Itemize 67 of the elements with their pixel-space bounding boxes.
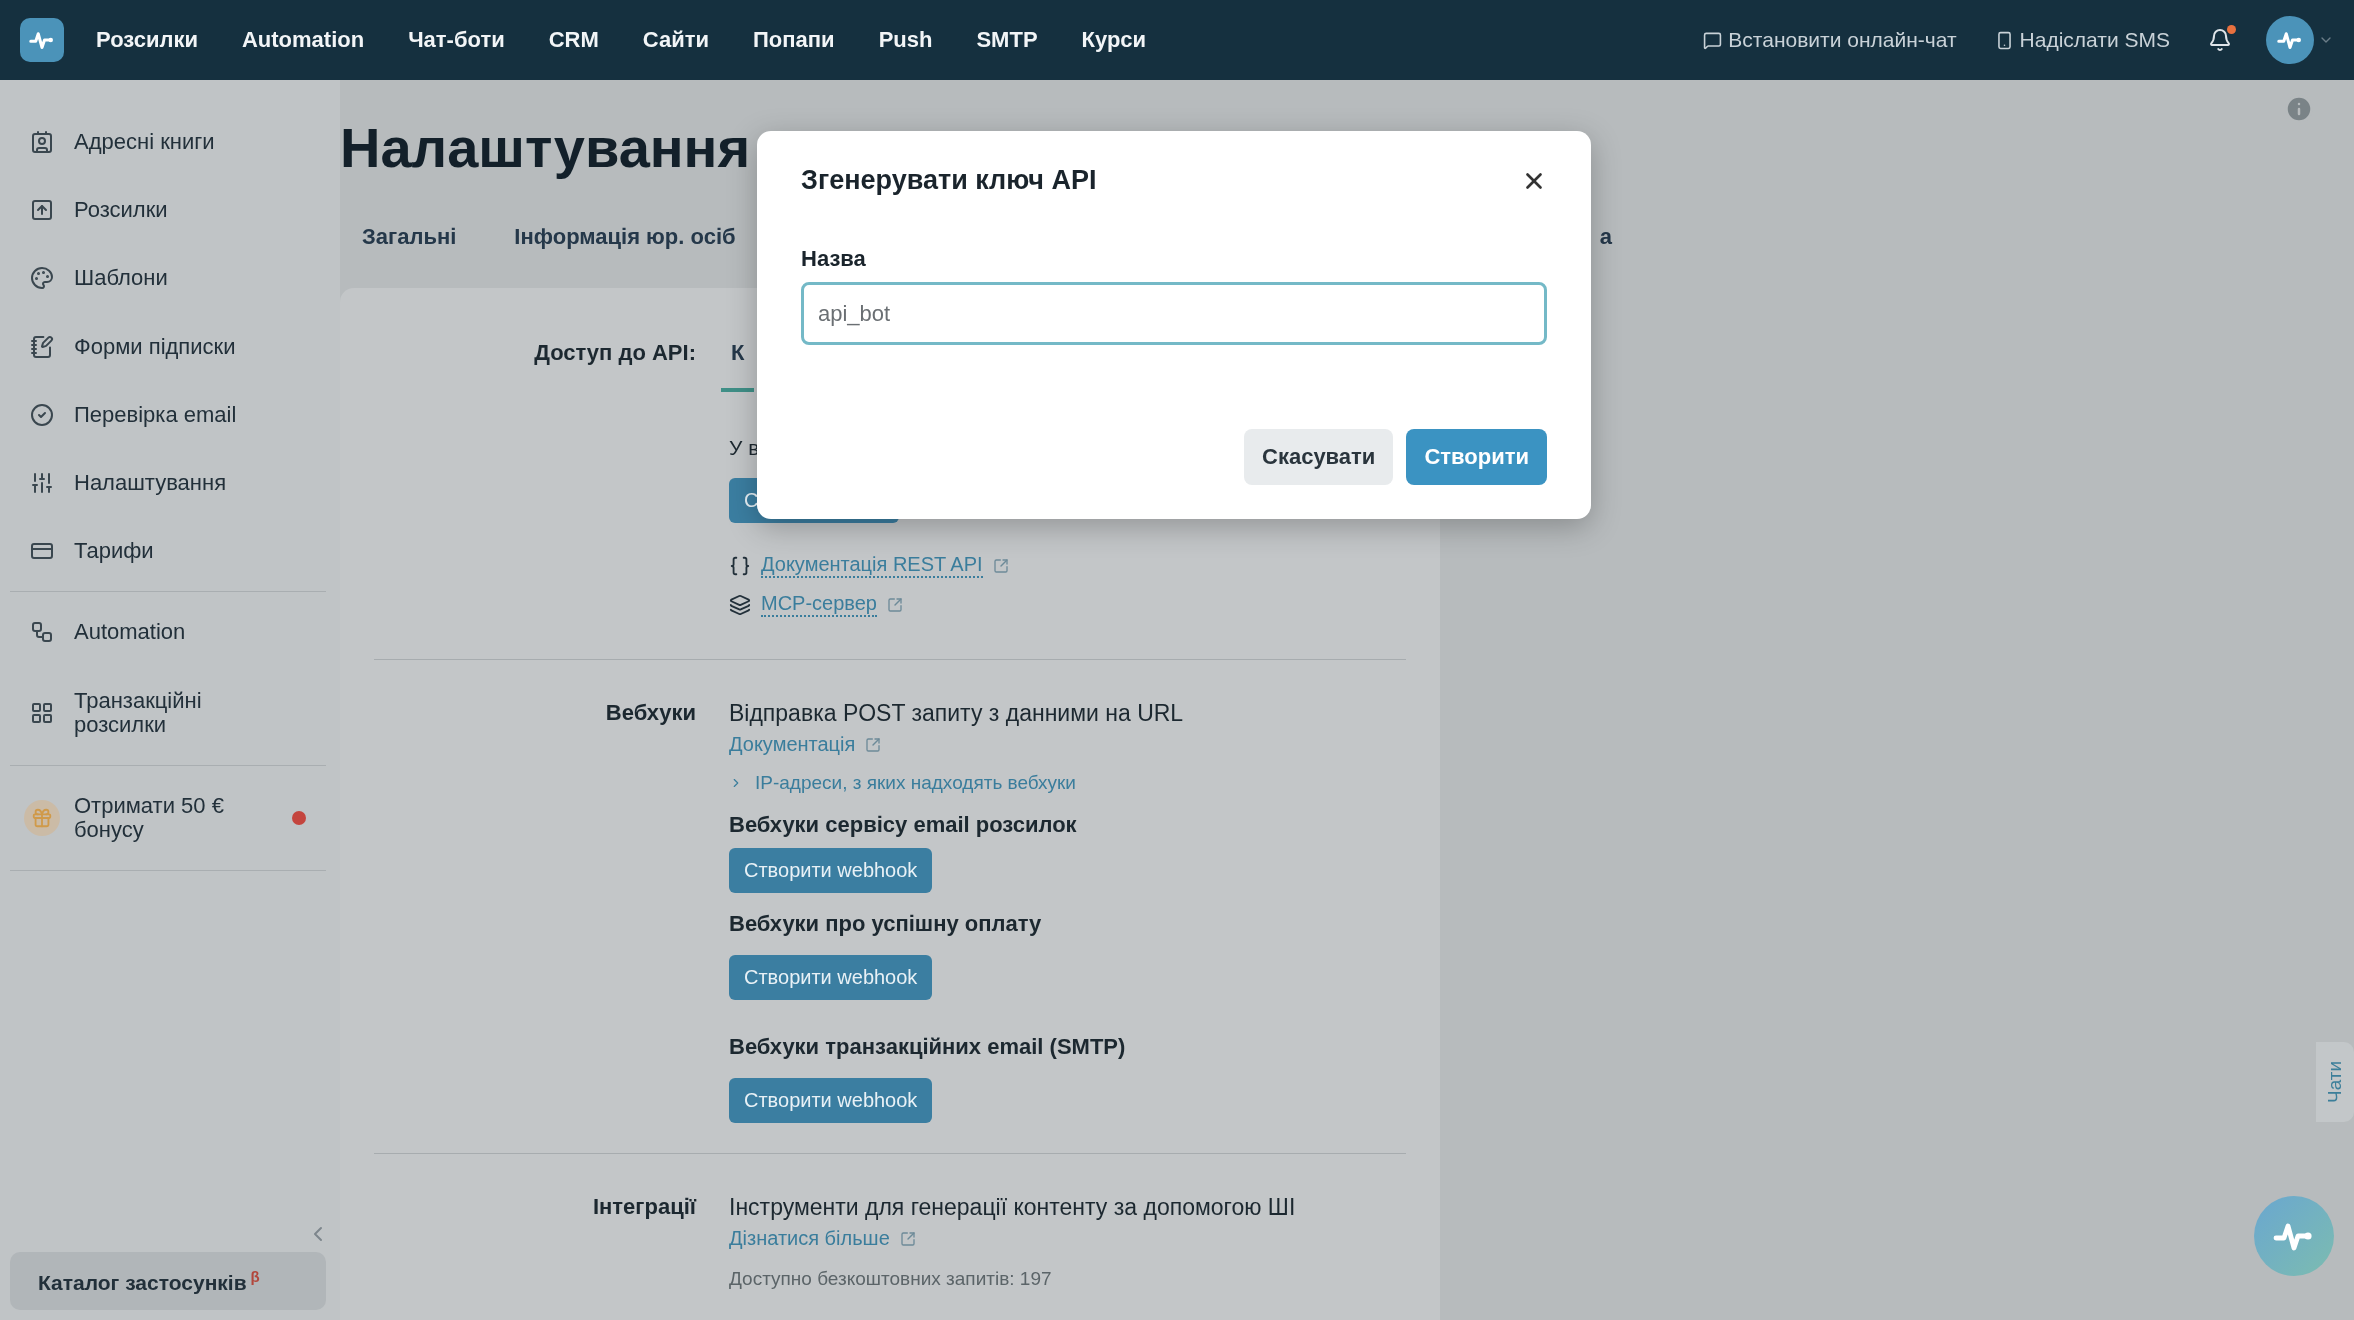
sidebar-item[interactable]: Automation — [10, 598, 326, 667]
name-input[interactable]: api_bot — [801, 282, 1547, 345]
upload-icon — [30, 198, 54, 223]
sidebar-item[interactable]: Тарифи — [10, 517, 326, 586]
nav-link[interactable]: SMTP — [976, 27, 1038, 53]
nav-link[interactable]: Push — [878, 27, 933, 53]
sidebar-item[interactable]: Отримати 50 € бонусу — [10, 771, 326, 865]
webhook-heading: Вебхуки про успішну оплату — [729, 911, 1042, 937]
sidebar-item[interactable]: Перевірка email — [10, 380, 326, 449]
item-label: Тарифи — [74, 539, 155, 564]
item-label: Адресні книги — [74, 130, 216, 155]
sliders-icon — [30, 471, 54, 496]
palette-icon — [30, 266, 54, 291]
settings-tab[interactable]: а — [1599, 224, 1612, 262]
item-label: Транзакційні розсилки — [74, 688, 203, 737]
nav-link[interactable]: CRM — [548, 27, 599, 53]
grid-icon — [30, 700, 54, 725]
section-label: Інтеграції — [591, 1194, 696, 1221]
contact-icon — [30, 130, 54, 155]
workflow-icon — [30, 620, 54, 645]
field-label: Назва — [801, 246, 867, 272]
create-webhook-button[interactable]: Створити webhook — [729, 848, 933, 893]
section-label: Вебхуки — [604, 700, 696, 727]
create-webhook-button[interactable]: Створити webhook — [729, 1078, 933, 1123]
external-link-icon — [992, 557, 1009, 574]
section-label: Доступ до API: — [533, 340, 696, 367]
avatar[interactable] — [2266, 16, 2314, 64]
sidebar-item[interactable]: Форми підписки — [10, 312, 326, 381]
layers-icon — [729, 593, 751, 616]
sidebar-item[interactable]: Налаштування — [10, 448, 326, 518]
nav-link[interactable]: Automation — [241, 27, 365, 53]
external-link-icon — [865, 736, 882, 753]
webhook-heading: Вебхуки транзакційних email (SMTP) — [729, 1034, 1126, 1060]
settings-tab[interactable]: Загальні — [362, 224, 457, 262]
braces-icon — [729, 554, 751, 577]
quota-text: Доступно безкоштовних запитів: 197 — [729, 1268, 1052, 1290]
sidebar-item[interactable]: Розсилки — [10, 176, 326, 245]
external-link-icon — [899, 1230, 916, 1247]
external-link-icon — [887, 596, 903, 613]
item-label: Налаштування — [74, 470, 228, 496]
sidebar-item[interactable]: Адресні книги — [10, 108, 326, 177]
dialog-title: Згенерувати ключ API — [801, 165, 1097, 196]
item-label: Automation — [74, 620, 187, 645]
nav-link[interactable]: Розсилки — [96, 27, 198, 53]
nav-link[interactable]: Сайти — [642, 27, 710, 53]
settings-tab[interactable]: Інформація юр. осіб — [514, 224, 736, 262]
nav-link[interactable]: Попапи — [753, 27, 835, 53]
gift-icon — [24, 800, 60, 837]
item-label: Форми підписки — [74, 334, 237, 359]
item-label: Перевірка email — [74, 402, 238, 427]
section-description: Інструменти для генерації контенту за допомогою ШІ — [729, 1194, 1296, 1221]
catalog-button[interactable]: Каталог застосунків $^{β}$ — [10, 1252, 326, 1310]
webhook-heading: Вебхуки сервісу email розсилок — [729, 812, 1077, 838]
sidebar-item[interactable]: Шаблони — [10, 244, 326, 313]
sidebar-item[interactable]: Транзакційні розсилки — [10, 666, 326, 759]
check-icon — [30, 402, 54, 427]
item-label: Шаблони — [74, 266, 169, 291]
logo-icon[interactable] — [20, 18, 64, 62]
form-icon — [30, 334, 54, 359]
chat-icon — [1703, 30, 1723, 50]
cancel-button[interactable]: Скасувати — [1244, 429, 1394, 485]
create-webhook-button[interactable]: Створити webhook — [729, 955, 933, 1000]
section-description: Відправка POST запиту з данними на URL — [729, 700, 1184, 727]
nav-link[interactable]: Чат-боти — [408, 27, 505, 53]
item-label: Розсилки — [74, 198, 169, 223]
item-label: Отримати 50 € бонусу — [74, 793, 225, 843]
nav-link[interactable]: Курси — [1081, 27, 1147, 53]
